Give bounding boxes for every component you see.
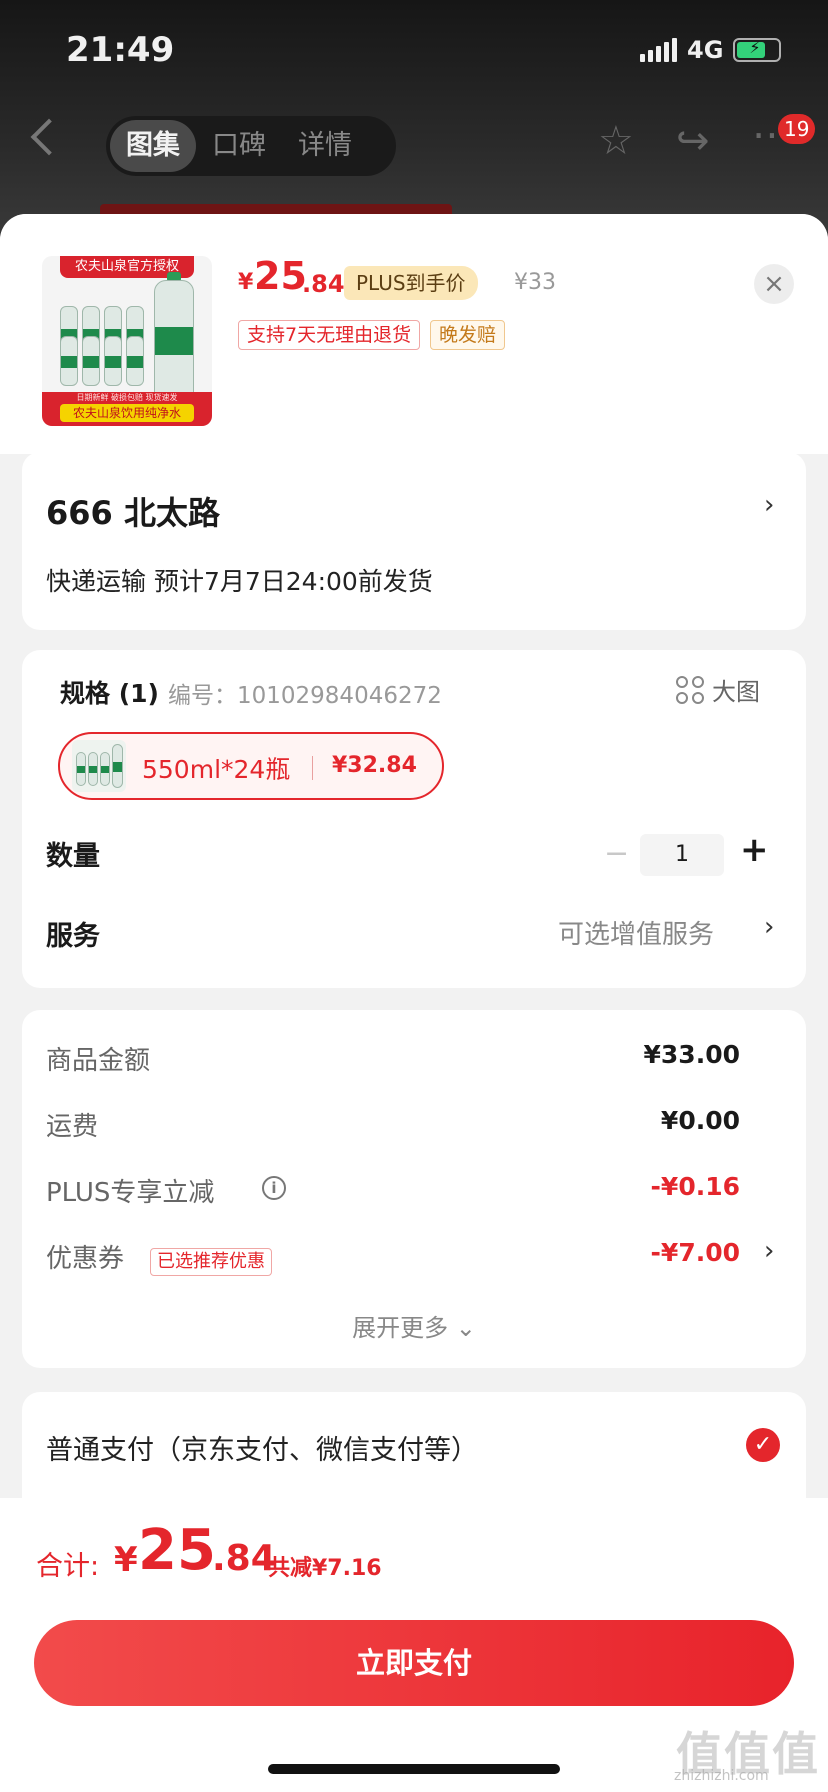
price-symbol: ¥ <box>238 270 254 295</box>
goods-amount-value: ¥33.00 <box>643 1040 740 1069</box>
total-integer: 25 <box>138 1518 216 1583</box>
plus-discount-value: -¥0.16 <box>650 1172 740 1201</box>
battery-icon: ⚡ <box>733 38 782 62</box>
total-decimal: .84 <box>212 1538 276 1579</box>
chevron-right-icon: › <box>764 912 775 942</box>
total-label: 合计: <box>36 1551 100 1582</box>
checkmark-icon[interactable]: ✓ <box>746 1428 780 1462</box>
quantity-label: 数量 <box>46 841 100 872</box>
address-card[interactable]: 666 北太路 › 快递运输 预计7月7日24:00前发货 <box>22 452 806 630</box>
expand-more-button[interactable]: 展开更多 ⌄ <box>22 1308 806 1343</box>
total-currency: ¥ <box>114 1540 138 1580</box>
home-indicator[interactable] <box>268 1764 560 1774</box>
expand-more-label: 展开更多 <box>352 1314 449 1342</box>
tab-details[interactable]: 详情 <box>282 120 368 172</box>
shipping-fee-label: 运费 <box>46 1112 99 1142</box>
option-thumbnail <box>72 740 126 792</box>
sheet-header: 农夫山泉官方授权 日期新鲜 破损包赔 现货速发 农夫山泉饮用纯净水 ¥ 25 .… <box>0 214 828 454</box>
status-indicators: 4G ⚡ <box>640 36 782 64</box>
product-code: 编号：10102984046272 <box>168 683 442 709</box>
shipping-estimate: 快递运输 预计7月7日24:00前发货 <box>46 567 433 596</box>
service-selector[interactable]: 可选增值服务 <box>558 914 714 951</box>
info-icon[interactable]: i <box>262 1176 286 1200</box>
big-image-button[interactable]: 大图 <box>676 672 760 707</box>
coupon-label: 优惠券 <box>46 1244 125 1274</box>
top-tab-switcher: 图集 口碑 详情 <box>106 116 396 176</box>
price-integer: 25 <box>254 254 307 298</box>
coupon-value[interactable]: -¥7.00 <box>651 1238 740 1267</box>
chevron-right-icon: › <box>764 490 775 520</box>
thumb-slogan: 日期新鲜 破损包赔 现货速发 <box>76 393 178 402</box>
watermark-url: zhizhizhi.com <box>674 1768 769 1784</box>
quantity-input[interactable]: 1 <box>640 834 724 876</box>
plus-discount-label: PLUS专享立减 <box>46 1178 215 1208</box>
tab-gallery[interactable]: 图集 <box>110 120 196 172</box>
signal-icon <box>640 38 677 62</box>
shipping-fee-value: ¥0.00 <box>660 1106 740 1135</box>
chevron-right-icon[interactable]: › <box>764 1236 774 1266</box>
spec-heading: 规格 (1) <box>60 679 159 708</box>
total-saving: 共减¥7.16 <box>268 1556 382 1581</box>
quantity-increase-button[interactable]: + <box>740 830 769 870</box>
fee-card: 商品金额 ¥33.00 运费 ¥0.00 PLUS专享立减 i -¥0.16 优… <box>22 1010 806 1368</box>
price-decimal: .84 <box>302 270 345 298</box>
notification-badge: 19 <box>778 114 816 144</box>
grid-icon <box>676 675 704 704</box>
network-type: 4G <box>687 36 724 64</box>
option-label: 550ml*24瓶 <box>142 755 291 784</box>
quantity-decrease-button[interactable]: − <box>604 836 629 871</box>
spec-card: 规格 (1) 编号：10102984046272 大图 550ml*24瓶 ¥3… <box>22 650 806 988</box>
close-button[interactable]: × <box>754 264 794 304</box>
thumb-product-name: 农夫山泉饮用纯净水 <box>60 404 194 422</box>
option-price: ¥32.84 <box>332 753 417 778</box>
star-icon[interactable]: ☆ <box>598 118 634 164</box>
option-divider <box>312 756 313 780</box>
product-thumbnail[interactable]: 农夫山泉官方授权 日期新鲜 破损包赔 现货速发 农夫山泉饮用纯净水 <box>42 256 212 426</box>
return-policy-tag: 支持7天无理由退货 <box>238 320 421 350</box>
goods-amount-label: 商品金额 <box>46 1046 151 1076</box>
spec-option-chip[interactable]: 550ml*24瓶 ¥32.84 <box>58 732 444 800</box>
coupon-selected-tag: 已选推荐优惠 <box>150 1248 272 1276</box>
share-icon[interactable]: ↪ <box>676 118 710 164</box>
service-label: 服务 <box>46 921 100 952</box>
checkout-footer: 合计: ¥ 25 .84 共减¥7.16 立即支付 值值值 zhizhizhi.… <box>0 1498 828 1792</box>
address-title: 666 北太路 <box>46 494 220 532</box>
payment-method-label: 普通支付（京东支付、微信支付等） <box>46 1435 478 1466</box>
big-image-label: 大图 <box>712 678 760 706</box>
original-price: ¥33 <box>514 270 556 295</box>
chevron-down-icon: ⌄ <box>455 1314 476 1342</box>
pay-now-button[interactable]: 立即支付 <box>34 1620 794 1706</box>
tab-reviews[interactable]: 口碑 <box>196 120 282 172</box>
late-delivery-tag: 晚发赔 <box>430 320 506 350</box>
status-time: 21:49 <box>66 30 175 70</box>
plus-price-tag: PLUS到手价 <box>344 266 478 300</box>
